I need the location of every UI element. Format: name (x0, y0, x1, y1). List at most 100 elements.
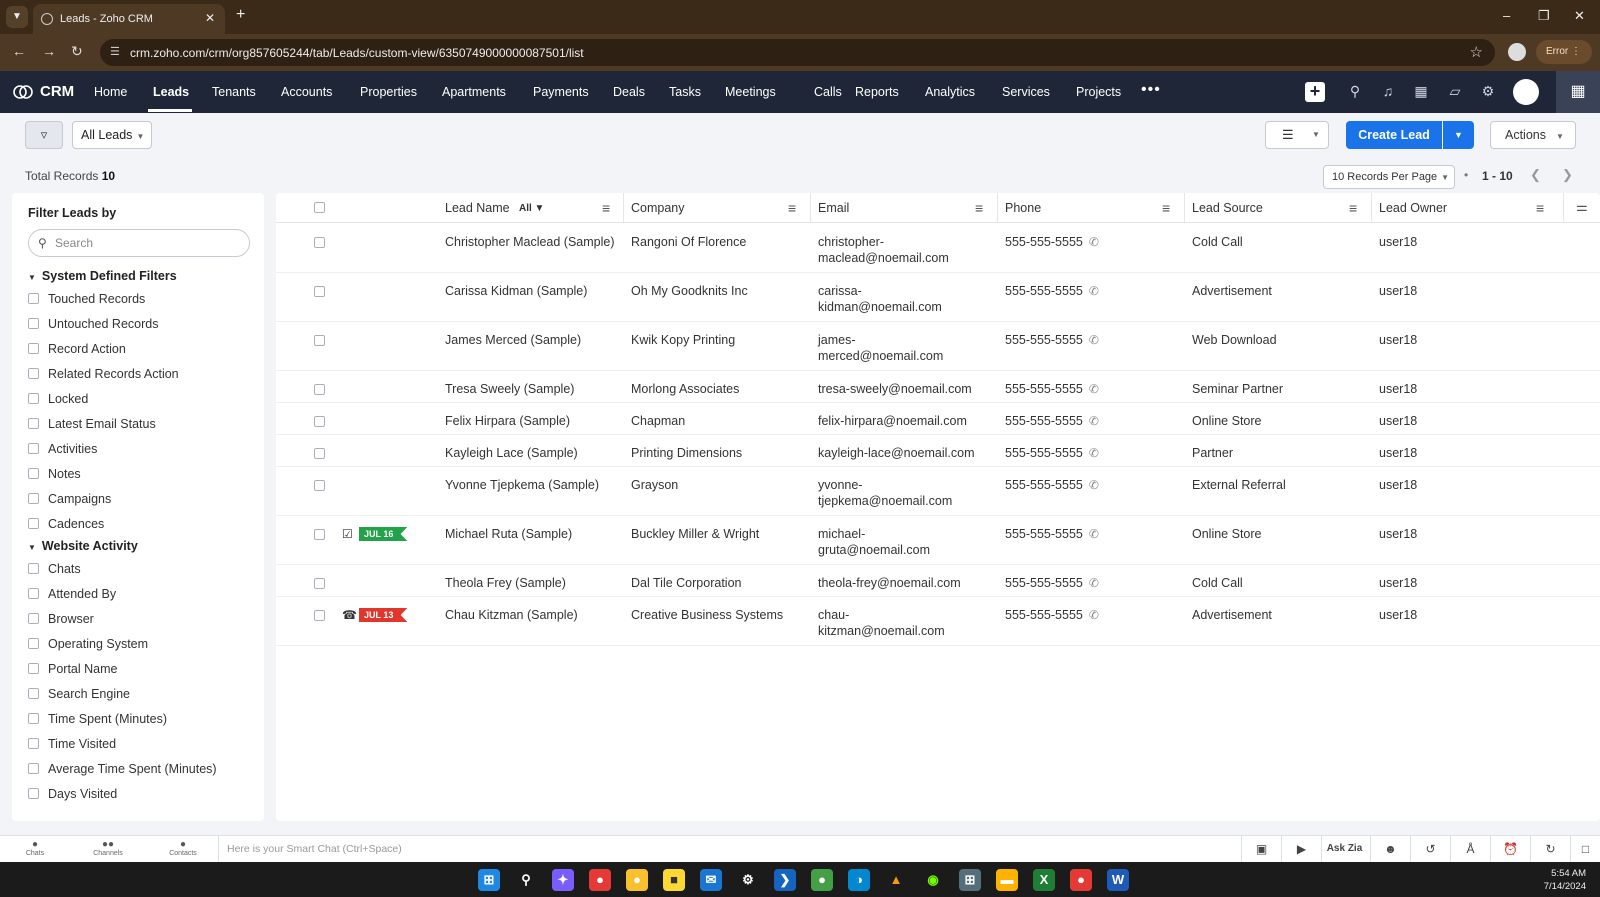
filter-checkbox[interactable] (28, 613, 39, 624)
file-explorer-icon[interactable]: ▬ (996, 869, 1018, 891)
smart-chat-input[interactable]: Here is your Smart Chat (Ctrl+Space) (218, 836, 402, 862)
email-cell[interactable]: tresa-sweely@noemail.com (818, 381, 972, 397)
filter-option[interactable]: Record Action (28, 342, 126, 356)
filter-option[interactable]: Locked (28, 392, 88, 406)
column-header-phone[interactable]: Phone (1005, 201, 1041, 215)
quick-create-icon[interactable]: + (1305, 82, 1325, 102)
nav-tab-meetings[interactable]: Meetings (725, 85, 776, 99)
sticky-notes-icon[interactable]: ■ (663, 869, 685, 891)
marketplace-icon[interactable]: ▱ (1446, 83, 1464, 101)
table-row[interactable]: Tresa Sweely (Sample) Morlong Associates S… (276, 371, 1600, 403)
tab-search-button[interactable]: ▼ (6, 6, 28, 28)
chats-button[interactable]: ● Chats (15, 839, 55, 857)
bookmark-star-icon[interactable]: ☆ (1470, 43, 1483, 61)
nav-tab-projects[interactable]: Projects (1076, 85, 1121, 99)
nav-tab-reports[interactable]: Reports (855, 85, 899, 99)
filter-checkbox[interactable] (28, 518, 39, 529)
avatar[interactable] (1513, 79, 1539, 105)
table-row[interactable]: James Merced (Sample) Kwik Kopy Printing W… (276, 322, 1600, 371)
nav-tab-calls[interactable]: Calls (814, 85, 842, 99)
minimize-icon[interactable]: – (1503, 8, 1510, 23)
row-checkbox[interactable] (314, 384, 325, 395)
profile-icon[interactable] (1508, 43, 1526, 61)
lead-name-cell[interactable]: Tresa Sweely (Sample) (445, 381, 574, 397)
row-checkbox[interactable] (314, 578, 325, 589)
row-checkbox[interactable] (314, 237, 325, 248)
create-lead-dropdown[interactable]: ▼ (1443, 121, 1474, 149)
url-input[interactable]: ☰ crm.zoho.com/crm/org857605244/tab/Lead… (100, 39, 1495, 66)
alarm-icon[interactable]: ⏰ (1490, 836, 1530, 862)
filter-option[interactable]: Average Time Spent (Minutes) (28, 762, 217, 776)
activity-due-badge[interactable]: JUL 16 (359, 527, 408, 541)
table-row[interactable]: Felix Hirpara (Sample) Chapman Online Stor… (276, 403, 1600, 435)
email-cell[interactable]: james-merced@noemail.com (818, 332, 943, 364)
column-header-lead-owner[interactable]: Lead Owner (1379, 201, 1447, 215)
nav-tab-analytics[interactable]: Analytics (925, 85, 975, 99)
filter-section-header[interactable]: ▼ Website Activity (28, 539, 138, 553)
translate-icon[interactable]: Å (1450, 836, 1490, 862)
column-separator[interactable] (1563, 193, 1564, 223)
windows-start-icon[interactable]: ⊞ (478, 869, 500, 891)
email-cell[interactable]: theola-frey@noemail.com (818, 575, 961, 591)
back-icon[interactable]: ← (12, 43, 26, 59)
vlc-icon[interactable]: ▲ (885, 869, 907, 891)
edge-icon[interactable]: ◑ (848, 869, 870, 891)
chrome-profile-icon[interactable]: ● (626, 869, 648, 891)
lead-name-cell[interactable]: Yvonne Tjepkema (Sample) (445, 477, 599, 493)
filter-option[interactable]: Chats (28, 562, 81, 576)
phone-icon[interactable]: ✆ (1089, 382, 1099, 396)
email-cell[interactable]: yvonne-tjepkema@noemail.com (818, 477, 952, 509)
column-menu-icon[interactable]: ≡ (1349, 200, 1357, 216)
chrome-icon[interactable]: ● (589, 869, 611, 891)
filter-checkbox[interactable] (28, 763, 39, 774)
column-header-company[interactable]: Company (631, 201, 685, 215)
channels-button[interactable]: ●● Channels (88, 839, 128, 857)
nav-tab-leads[interactable]: Leads (153, 85, 189, 99)
filter-checkbox[interactable] (28, 788, 39, 799)
filter-checkbox[interactable] (28, 638, 39, 649)
mail-icon[interactable]: ✉ (700, 869, 722, 891)
email-cell[interactable]: kayleigh-lace@noemail.com (818, 445, 975, 461)
lead-name-cell[interactable]: James Merced (Sample) (445, 332, 581, 348)
filter-toggle-button[interactable]: ▿ (25, 121, 63, 149)
zia-icon[interactable]: ☻ (1370, 836, 1410, 862)
filter-option[interactable]: Notes (28, 467, 81, 481)
column-header-lead-name[interactable]: Lead Name (445, 201, 510, 215)
filter-option[interactable]: Time Spent (Minutes) (28, 712, 167, 726)
filter-checkbox[interactable] (28, 443, 39, 454)
column-menu-icon[interactable]: ≡ (788, 200, 796, 216)
nav-tab-properties[interactable]: Properties (360, 85, 417, 99)
history-icon[interactable]: ↻ (1530, 836, 1570, 862)
phone-icon[interactable]: ✆ (1089, 284, 1099, 298)
error-button[interactable]: Error ⋮ (1536, 40, 1592, 64)
lead-name-cell[interactable]: Chau Kitzman (Sample) (445, 607, 578, 623)
row-checkbox[interactable] (314, 286, 325, 297)
activity-due-badge[interactable]: JUL 13 (359, 608, 408, 622)
email-cell[interactable]: michael-gruta@noemail.com (818, 526, 930, 558)
filter-option[interactable]: Untouched Records (28, 317, 158, 331)
restore-icon[interactable]: ❐ (1538, 8, 1550, 24)
filter-checkbox[interactable] (28, 368, 39, 379)
filter-checkbox[interactable] (28, 563, 39, 574)
select-all-checkbox[interactable] (314, 202, 325, 213)
column-menu-icon[interactable]: ≡ (975, 200, 983, 216)
filter-checkbox[interactable] (28, 293, 39, 304)
nav-tab-tenants[interactable]: Tenants (212, 85, 256, 99)
nav-tab-deals[interactable]: Deals (613, 85, 645, 99)
row-checkbox[interactable] (314, 335, 325, 346)
gear-icon[interactable]: ⚙ (1479, 83, 1497, 101)
table-row[interactable]: ☑ JUL 16 Michael Ruta (Sample) Buckley Mill… (276, 516, 1600, 565)
column-separator[interactable] (810, 193, 811, 223)
word-icon[interactable]: W (1107, 869, 1129, 891)
filter-option[interactable]: Attended By (28, 587, 116, 601)
actions-button[interactable]: Actions ▼ (1490, 121, 1576, 149)
filter-option[interactable]: Latest Email Status (28, 417, 156, 431)
nav-tab-home[interactable]: Home (94, 85, 127, 99)
filter-checkbox[interactable] (28, 663, 39, 674)
filter-option[interactable]: Time Visited (28, 737, 116, 751)
ask-zia-button[interactable]: Ask Zia (1321, 836, 1367, 862)
nav-tab-apartments[interactable]: Apartments (442, 85, 506, 99)
filter-option[interactable]: Campaigns (28, 492, 111, 506)
phone-icon[interactable]: ✆ (1089, 235, 1099, 249)
calculator-icon[interactable]: ⊞ (959, 869, 981, 891)
